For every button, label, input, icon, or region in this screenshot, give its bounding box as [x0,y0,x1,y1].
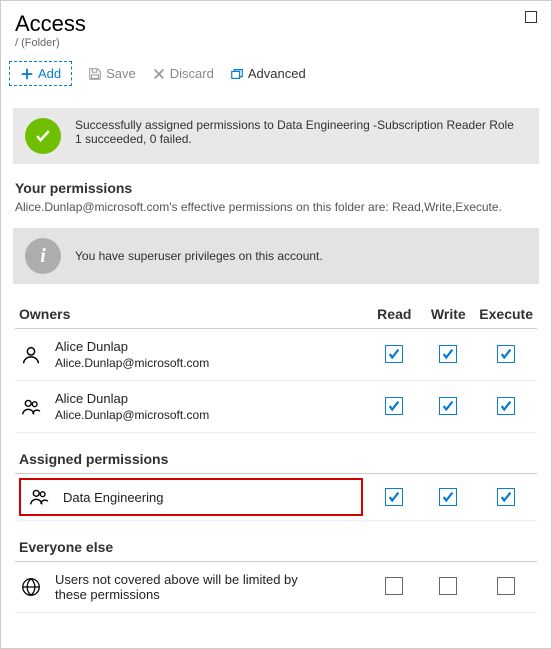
info-text: You have superuser privileges on this ac… [75,249,323,263]
success-line-2: 1 succeeded, 0 failed. [75,132,514,146]
checkbox-write[interactable] [439,488,457,506]
assigned-permissions-header: Assigned permissions [15,433,537,474]
col-write: Write [421,300,475,329]
table-row: Users not covered above will be limited … [15,562,537,613]
checkbox-write[interactable] [439,577,457,595]
person-icon [19,344,43,366]
success-line-1: Successfully assigned permissions to Dat… [75,118,514,132]
table-row: Alice Dunlap Alice.Dunlap@microsoft.com [15,381,537,433]
checkbox-write[interactable] [439,397,457,415]
save-label: Save [106,66,136,81]
breadcrumb: / (Folder) [15,37,537,49]
checkbox-execute[interactable] [497,397,515,415]
owner-name: Alice Dunlap [55,339,209,354]
maximize-icon[interactable] [525,11,537,23]
checkbox-read[interactable] [385,345,403,363]
owner-email: Alice.Dunlap@microsoft.com [55,356,209,370]
checkbox-read[interactable] [385,488,403,506]
col-owners: Owners [15,300,367,329]
info-icon: i [25,238,61,274]
globe-icon [19,576,43,598]
discard-icon [152,67,166,81]
toolbar: Add Save Discard Advanced [1,53,551,96]
col-execute: Execute [475,300,537,329]
add-label: Add [38,66,61,81]
success-icon [25,118,61,154]
everyone-desc: Users not covered above will be limited … [55,572,325,602]
your-permissions-title: Your permissions [1,180,551,200]
table-row: Alice Dunlap Alice.Dunlap@microsoft.com [15,329,537,381]
permissions-table: Owners Read Write Execute Alice Dunlap A… [15,300,537,613]
advanced-button[interactable]: Advanced [230,66,306,81]
owner-name: Alice Dunlap [55,391,209,406]
col-read: Read [367,300,421,329]
page-title: Access [15,11,537,37]
info-banner: i You have superuser privileges on this … [13,228,539,284]
save-button[interactable]: Save [88,66,136,81]
your-permissions-subtitle: Alice.Dunlap@microsoft.com's effective p… [1,200,551,224]
discard-button[interactable]: Discard [152,66,214,81]
everyone-else-header: Everyone else [15,521,537,562]
add-button[interactable]: Add [9,61,72,86]
owner-email: Alice.Dunlap@microsoft.com [55,408,209,422]
highlighted-row: Data Engineering [19,478,363,516]
checkbox-execute[interactable] [497,345,515,363]
plus-icon [20,67,34,81]
discard-label: Discard [170,66,214,81]
checkbox-write[interactable] [439,345,457,363]
checkbox-read[interactable] [385,577,403,595]
group-icon [27,486,51,508]
checkbox-execute[interactable] [497,577,515,595]
checkbox-execute[interactable] [497,488,515,506]
checkbox-read[interactable] [385,397,403,415]
save-icon [88,67,102,81]
advanced-icon [230,67,244,81]
advanced-label: Advanced [248,66,306,81]
table-row: Data Engineering [15,474,537,521]
group-icon [19,396,43,418]
success-banner: Successfully assigned permissions to Dat… [13,108,539,164]
assigned-name: Data Engineering [63,490,163,505]
